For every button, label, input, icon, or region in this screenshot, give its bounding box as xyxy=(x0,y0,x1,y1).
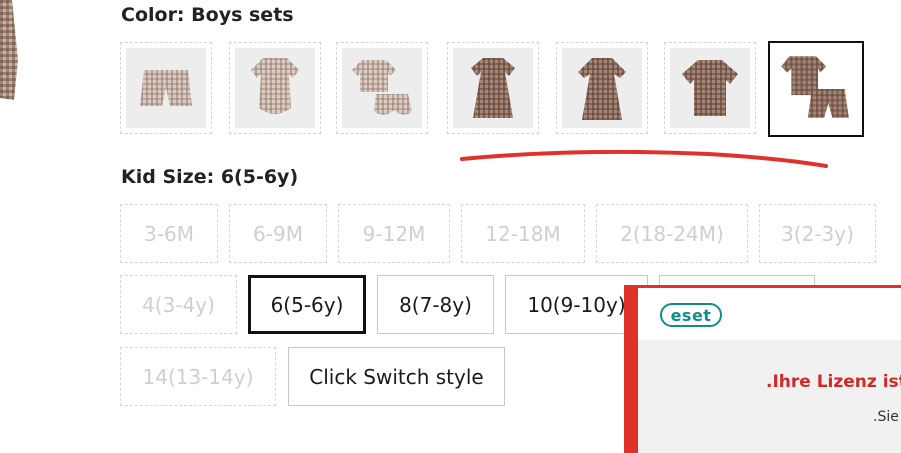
swatch-dress-puff[interactable] xyxy=(447,42,539,134)
size-option[interactable]: 6-9M xyxy=(229,204,327,263)
size-option[interactable]: 14(13-14y) xyxy=(120,347,276,406)
red-underline-annotation xyxy=(460,150,828,168)
eset-popup-header: eset xyxy=(638,288,901,340)
swatch-shorts[interactable] xyxy=(120,42,212,134)
swatch-romper[interactable] xyxy=(229,42,321,134)
color-label-key: Color: xyxy=(121,4,185,26)
size-label-key: Kid Size: xyxy=(121,166,215,188)
size-option[interactable]: 3-6M xyxy=(120,204,218,263)
size-option[interactable]: 2(18-24M) xyxy=(596,204,748,263)
eset-license-popup[interactable]: eset .Ihre Lizenz ist .Sie s xyxy=(624,285,901,453)
eset-popup-body xyxy=(638,340,901,453)
shorts-thumbnail xyxy=(126,48,206,128)
dress-puff-thumbnail xyxy=(453,48,533,128)
color-label-value: Boys sets xyxy=(191,4,294,26)
product-image-edge xyxy=(0,0,22,110)
shirt-thumbnail xyxy=(670,48,750,128)
size-option[interactable]: 4(3-4y) xyxy=(120,275,237,334)
color-label: Color: Boys sets xyxy=(121,4,294,26)
swatch-shirt[interactable] xyxy=(664,42,756,134)
size-option-selected[interactable]: 6(5-6y) xyxy=(248,275,366,334)
eset-logo: eset xyxy=(660,303,722,327)
size-option[interactable]: 8(7-8y) xyxy=(377,275,494,334)
swatch-dress-tiered[interactable] xyxy=(556,42,648,134)
switch-style-button[interactable]: Click Switch style xyxy=(288,347,505,406)
swatch-top-and-bloomers[interactable] xyxy=(336,42,428,134)
top-and-bloomers-thumbnail xyxy=(342,48,422,128)
swatch-boys-set[interactable] xyxy=(768,41,864,137)
size-option[interactable]: 3(2-3y) xyxy=(759,204,876,263)
size-label: Kid Size: 6(5-6y) xyxy=(121,166,298,188)
size-option[interactable]: 12-18M xyxy=(461,204,585,263)
size-label-value: 6(5-6y) xyxy=(220,166,299,188)
size-option[interactable]: 9-12M xyxy=(338,204,450,263)
eset-popup-title: .Ihre Lizenz ist xyxy=(766,372,901,392)
eset-logo-text: eset xyxy=(670,305,712,325)
eset-popup-subtitle: .Sie s xyxy=(873,409,901,425)
dress-tiered-thumbnail xyxy=(562,48,642,128)
boys-set-thumbnail xyxy=(775,48,857,130)
romper-thumbnail xyxy=(235,48,315,128)
